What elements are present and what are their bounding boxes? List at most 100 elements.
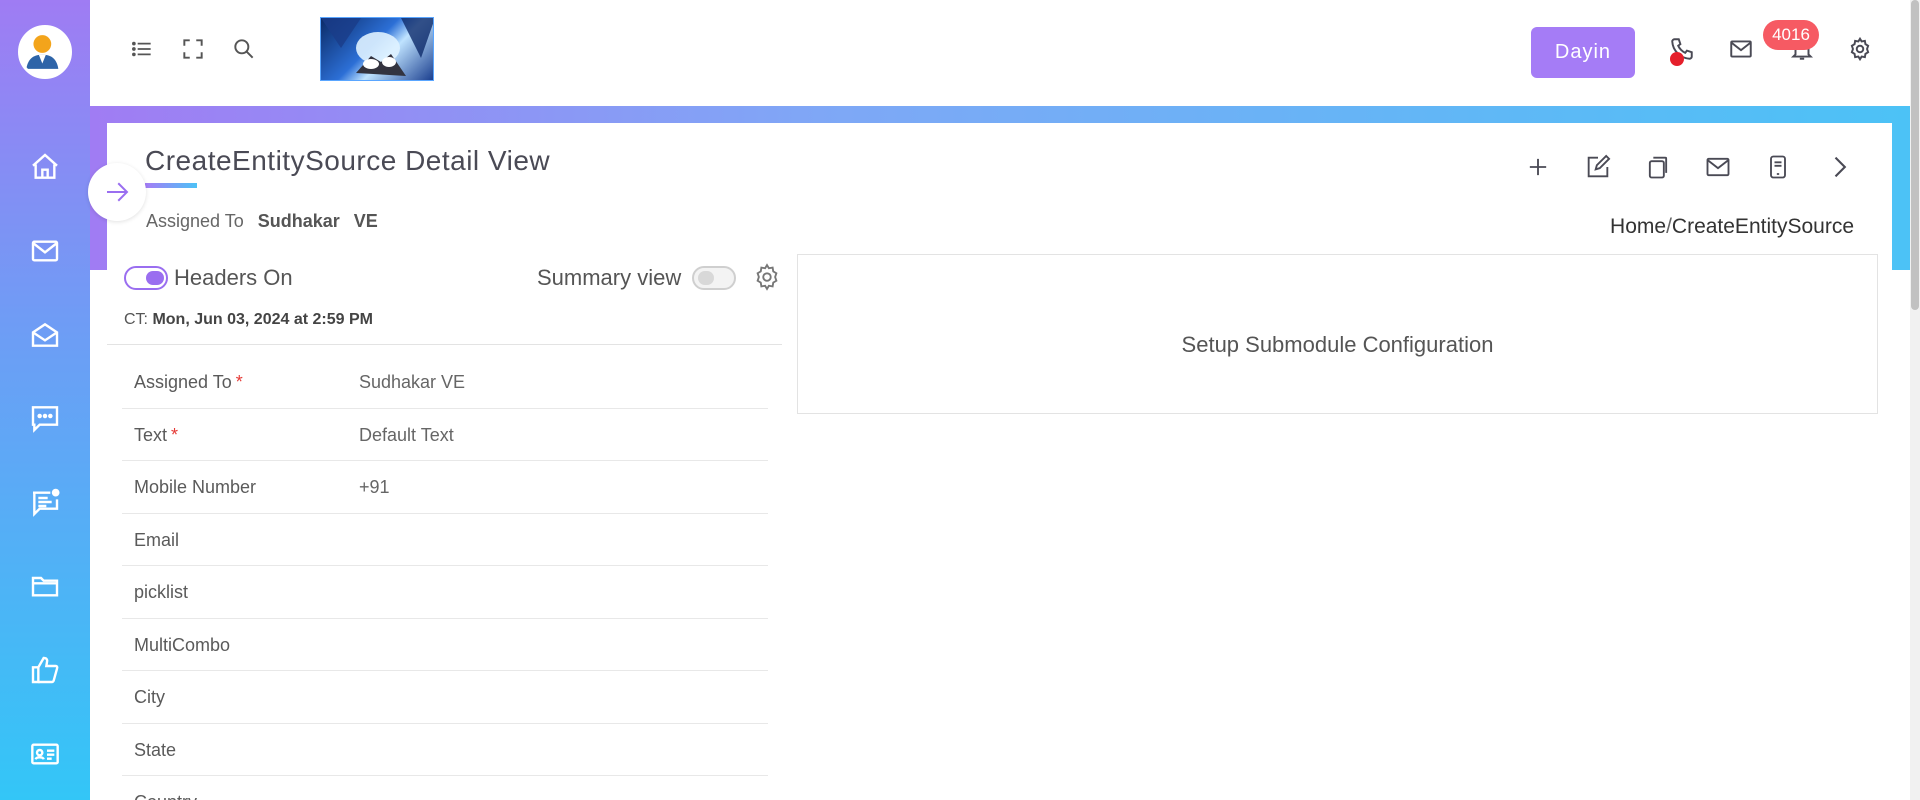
breadcrumb-home[interactable]: Home <box>1610 215 1666 238</box>
field-row-country[interactable]: Country <box>122 776 768 800</box>
field-label: MultiCombo <box>134 634 231 655</box>
mail-icon <box>31 240 59 262</box>
gear-icon <box>756 263 778 291</box>
divider <box>107 344 782 345</box>
menu-list-button[interactable] <box>127 34 157 64</box>
arrow-right-icon <box>107 182 129 202</box>
mail-icon <box>1706 157 1730 177</box>
sidebar <box>0 0 90 800</box>
assigned-to-summary: Assigned To Sudhakar VE <box>146 211 378 232</box>
summary-view-toggle[interactable] <box>692 266 736 290</box>
created-time: CT: Mon, Jun 03, 2024 at 2:59 PM <box>124 311 373 329</box>
sidebar-item-chat[interactable] <box>0 388 90 448</box>
field-label: picklist <box>134 582 189 602</box>
edit-button[interactable] <box>1578 147 1618 187</box>
field-list: Assigned To * Sudhakar VE Text * Default T… <box>122 356 768 800</box>
breadcrumb-current: CreateEntitySource <box>1671 215 1854 238</box>
top-bar: Dayin 4016 <box>90 0 1910 106</box>
field-label: Text * <box>134 425 178 446</box>
field-label: State <box>134 739 177 760</box>
field-row-email[interactable]: Email <box>122 514 768 566</box>
sidebar-item-contacts[interactable] <box>0 724 90 784</box>
page-title: CreateEntitySource Detail View <box>145 145 551 176</box>
search-icon <box>234 39 254 59</box>
sidebar-item-likes[interactable] <box>0 640 90 700</box>
headers-label: Headers On <box>174 265 293 290</box>
submodule-panel: Setup Submodule Configuration <box>797 254 1878 414</box>
settings-button[interactable] <box>1845 34 1875 64</box>
add-button[interactable] <box>1518 147 1558 187</box>
sidebar-item-home[interactable] <box>0 137 90 197</box>
mail-open-icon <box>31 322 59 347</box>
search-button[interactable] <box>229 34 259 64</box>
headers-toggle-knob <box>146 271 164 285</box>
home-icon <box>32 153 58 179</box>
field-row-picklist[interactable]: picklist <box>122 566 768 619</box>
list-icon <box>132 41 151 57</box>
created-time-value: Mon, Jun 03, 2024 at 2:59 PM <box>152 311 373 328</box>
fullscreen-button[interactable] <box>178 34 208 64</box>
expand-panel-button[interactable] <box>88 163 146 221</box>
fullscreen-icon <box>183 39 203 59</box>
mobile-button[interactable] <box>1758 147 1798 187</box>
setup-submodule-link[interactable]: Setup Submodule Configuration <box>798 255 1877 413</box>
plus-icon <box>1529 158 1547 176</box>
scrollbar-thumb[interactable] <box>1911 0 1919 310</box>
sidebar-item-mail-open[interactable] <box>0 305 90 365</box>
user-name-button[interactable]: Dayin <box>1531 27 1635 78</box>
email-button[interactable] <box>1698 147 1738 187</box>
thumbs-up-icon <box>31 656 59 684</box>
mail-icon <box>1730 40 1752 58</box>
sidebar-item-folder[interactable] <box>0 556 90 616</box>
assigned-first-name: Sudhakar <box>257 211 340 231</box>
field-label: City <box>134 687 165 707</box>
user-avatar[interactable] <box>18 25 72 79</box>
banner-artwork-icon <box>321 18 433 76</box>
field-label: Mobile Number <box>134 477 257 497</box>
summary-settings-button[interactable] <box>752 262 782 292</box>
assigned-last-name: VE <box>353 211 378 231</box>
created-time-label: CT: <box>124 311 148 328</box>
field-row-city[interactable]: City <box>122 671 768 724</box>
mail-button[interactable] <box>1726 34 1756 64</box>
copy-button[interactable] <box>1638 147 1678 187</box>
notification-badge: 4016 <box>1763 20 1819 50</box>
copy-icon <box>1648 156 1668 179</box>
field-label: Email <box>134 529 180 550</box>
mobile-icon <box>1770 155 1786 179</box>
field-label: Country <box>134 792 197 800</box>
next-button[interactable] <box>1819 147 1859 187</box>
required-marker: * <box>171 424 179 445</box>
field-row-text[interactable]: Text * Default Text <box>122 409 768 461</box>
chat-icon <box>31 406 59 433</box>
required-marker: * <box>235 372 243 392</box>
chevron-right-icon <box>1834 156 1847 178</box>
contact-card-icon <box>31 743 59 765</box>
assigned-to-label: Assigned To <box>146 211 244 231</box>
summary-toggle-knob <box>698 271 714 285</box>
field-label-text: Text <box>134 424 168 445</box>
page-scrollbar[interactable] <box>1910 0 1920 800</box>
field-row-assigned-to[interactable]: Assigned To * Sudhakar VE <box>122 356 768 409</box>
field-row-multicombo[interactable]: MultiCombo <box>122 619 768 671</box>
phone-status-dot <box>1670 52 1684 66</box>
field-row-mobile-number[interactable]: Mobile Number +91 <box>122 461 768 514</box>
edit-icon <box>1587 154 1611 178</box>
summary-view-label: Summary view <box>537 265 682 290</box>
breadcrumb: Home/CreateEntitySource <box>1610 215 1854 239</box>
field-label: Assigned To * <box>134 372 243 393</box>
field-value: Default Text <box>359 424 454 445</box>
headers-toggle[interactable] <box>124 266 168 290</box>
field-value: +91 <box>359 477 390 497</box>
field-value: Sudhakar VE <box>359 372 466 392</box>
page-background <box>1892 270 1910 800</box>
field-label-text: Assigned To <box>134 372 232 392</box>
sidebar-item-mail[interactable] <box>0 221 90 281</box>
gear-icon <box>1850 36 1870 62</box>
folder-icon <box>31 576 59 597</box>
banner-image[interactable] <box>320 17 434 81</box>
title-underline <box>145 183 197 188</box>
field-row-state[interactable]: State <box>122 724 768 776</box>
sidebar-item-messages[interactable] <box>0 472 90 532</box>
avatar-icon <box>21 28 64 71</box>
